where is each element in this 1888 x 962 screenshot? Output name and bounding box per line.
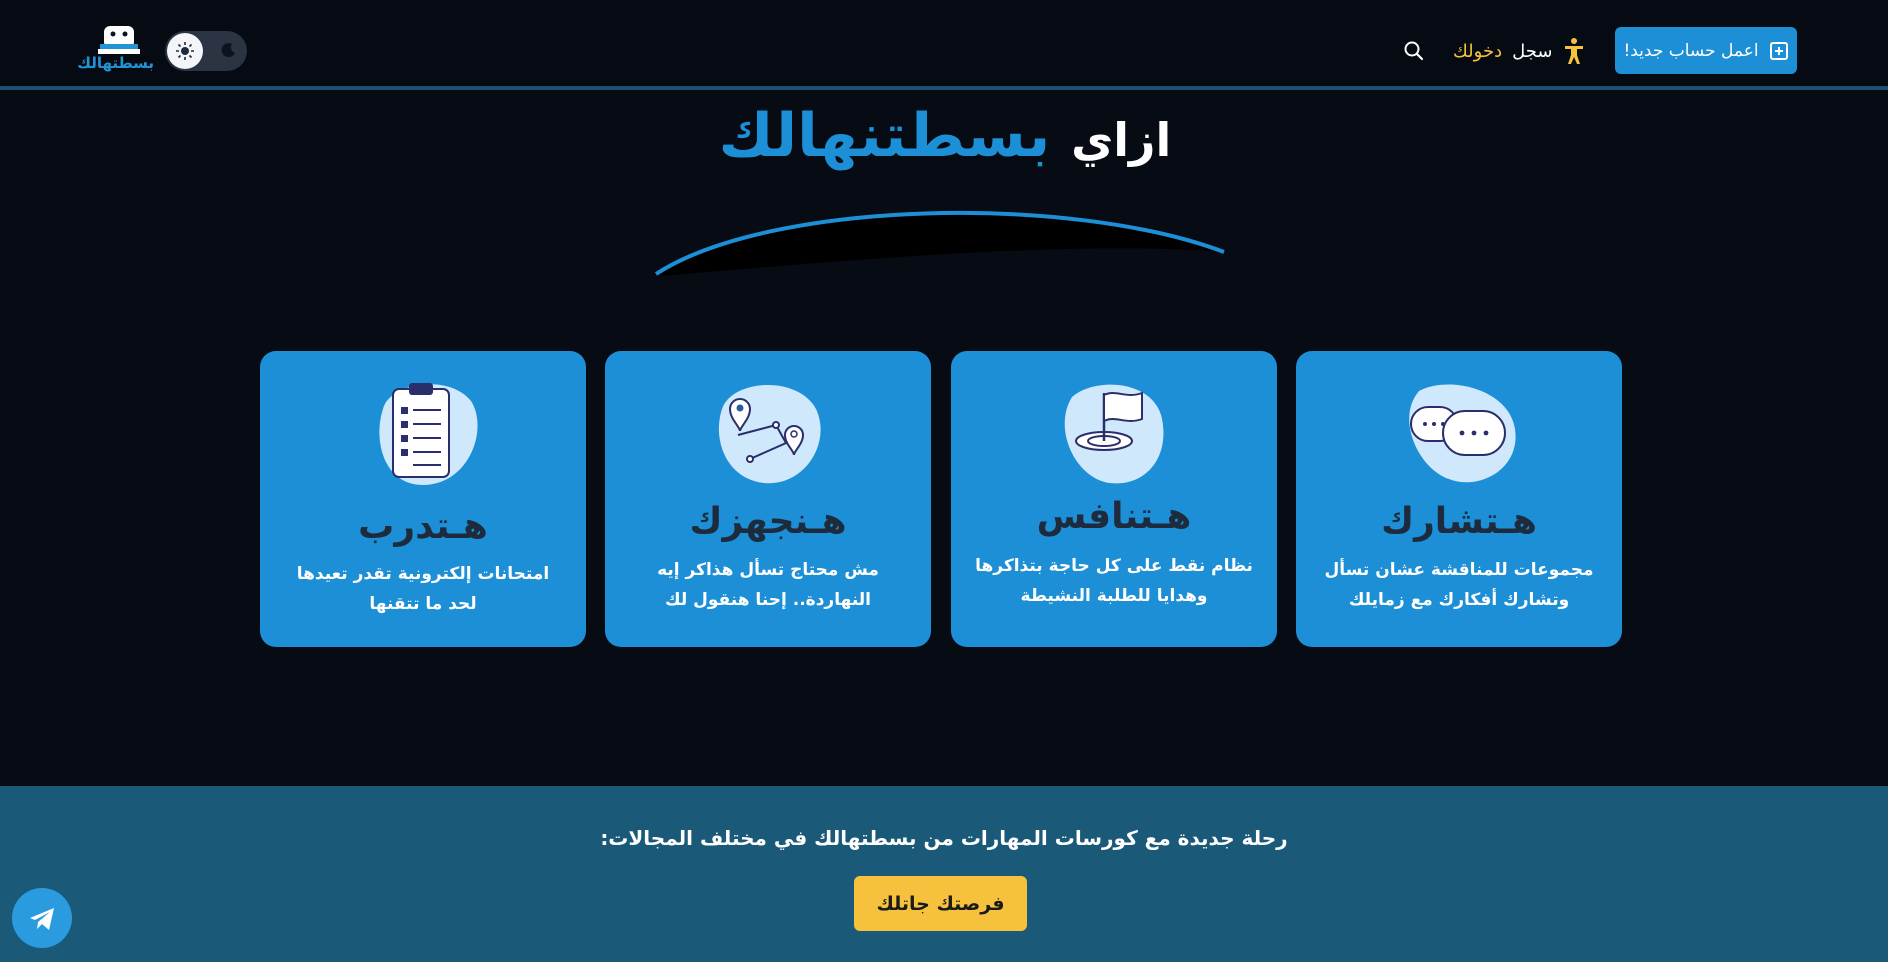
logo-text: بسطتهالك [77,54,154,72]
card-description: نظام نقط على كل حاجة بتذاكرها وهدايا للط… [975,556,1253,606]
chat-bubbles-icon [1409,384,1516,483]
card-title: هـتدرب [358,506,488,547]
top-navbar [0,0,1888,86]
clipboard-icon [379,383,478,485]
page-heading: ازاي بسطتنهالك [600,96,1290,180]
decorative-swoosh [654,210,1225,276]
feature-card-train[interactable]: هـتدرب امتحانات إلكترونية تقدر تعيدها لح… [260,351,586,647]
card-description: امتحانات إلكترونية تقدر تعيدها لحد ما تت… [296,564,550,614]
feature-card-prepare[interactable]: هـنجهزك مش محتاج تسأل هذاكر إيه النهاردة… [605,351,931,647]
search-icon[interactable] [1403,40,1425,62]
telegram-icon [30,908,54,930]
theme-toggle[interactable] [165,31,247,71]
signup-button[interactable]: اعمل حساب جديد! [1615,27,1797,74]
card-title: هـنجهزك [689,501,847,542]
opportunity-button[interactable]: فرصتك جاتلك [854,876,1027,931]
card-title: هـتنافس [1036,496,1192,537]
accessibility-icon [1565,38,1584,64]
navbar-divider [0,86,1888,90]
flag-target-icon [1064,384,1164,484]
card-description: مجموعات للمناقشة عشان تسأل وتشارك أفكارك… [1324,560,1594,610]
add-square-icon [1769,41,1788,60]
banner-text: رحلة جديدة مع كورسات المهارات من بسطتهال… [600,826,1288,850]
telegram-button[interactable] [12,888,72,948]
login-link[interactable]: سجل دخولك [1453,34,1586,68]
login-prefix: سجل [1512,40,1553,62]
login-accent: دخولك [1453,40,1503,62]
heading-blue-part: بسطتنهالك [718,101,1051,171]
signup-label: اعمل حساب جديد! [1623,40,1759,61]
site-logo[interactable]: بسطتهالك [77,24,154,76]
card-title: هـتشارك [1381,501,1537,542]
logo-mascot-icon [98,26,140,54]
feature-card-share[interactable]: هـتشارك مجموعات للمناقشة عشان تسأل وتشار… [1296,351,1622,647]
courses-banner [0,786,1888,962]
heading-white-part: ازاي [1071,113,1172,167]
moon-icon [221,43,235,58]
card-description: مش محتاج تسأل هذاكر إيه النهاردة.. إحنا … [657,560,879,610]
sun-icon [176,42,194,60]
feature-card-compete[interactable]: هـتنافس نظام نقط على كل حاجة بتذاكرها وه… [951,351,1277,647]
route-map-icon [718,384,821,484]
